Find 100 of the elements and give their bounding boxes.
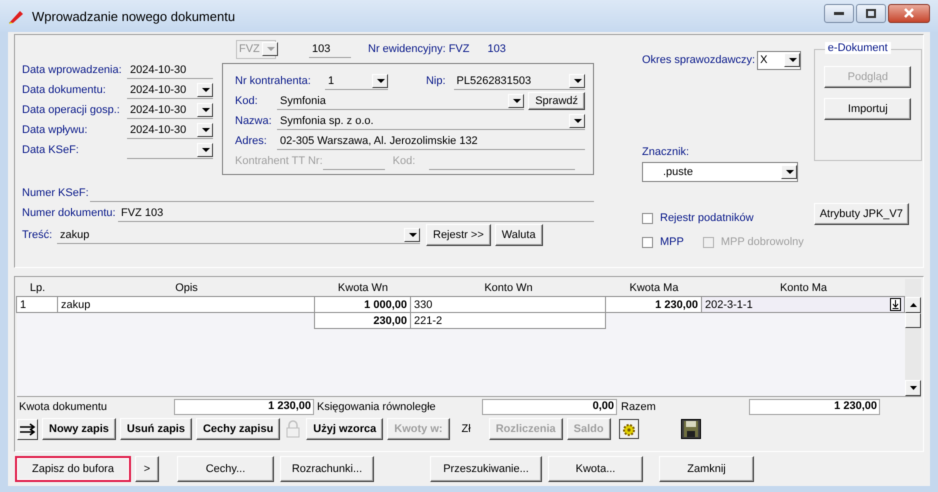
table-cell: zakup [57, 296, 315, 313]
currency-label: Zł [462, 423, 471, 435]
checkbox[interactable] [642, 236, 653, 248]
dropdown-button[interactable] [781, 165, 797, 179]
field-label: Okres sprawozdawczy: [642, 54, 756, 66]
button[interactable]: Nowy zapis [42, 418, 116, 440]
field-label: Nazwa: [235, 115, 273, 127]
register-number: 103 [487, 43, 506, 55]
date-field[interactable]: 2024-10-30 [127, 62, 213, 78]
pencil-icon [8, 8, 26, 24]
minimize-button[interactable] [824, 4, 854, 22]
field-label: Treść: [22, 229, 54, 241]
contractor-number-field[interactable]: 1 [325, 72, 388, 90]
total-label: Księgowania równoległe [317, 400, 437, 412]
document-number-field[interactable]: FVZ 103 [118, 204, 594, 222]
column-header: Konto Wn [483, 282, 534, 294]
table-cell[interactable]: 202-3-1-1 [701, 296, 905, 313]
table-cell: 1 000,00 [314, 296, 411, 313]
dropdown-button[interactable] [197, 142, 213, 156]
footer-button[interactable]: Rozrachunki... [280, 456, 374, 482]
table-cell: 1 230,00 [605, 296, 702, 313]
currency-button[interactable]: Waluta [494, 224, 543, 246]
total-value: 1 230,00 [749, 398, 880, 414]
close-button[interactable] [888, 4, 930, 22]
maximize-icon [866, 8, 876, 18]
content-field[interactable]: zakup [57, 226, 420, 244]
field-label: Data KSeF: [22, 144, 80, 156]
import-button[interactable]: Importuj [824, 98, 912, 120]
period-dropdown[interactable]: X [757, 50, 802, 70]
total-value: 0,00 [482, 398, 617, 414]
column-header: Lp. [28, 282, 46, 294]
date-field[interactable]: 2024-10-30 [127, 122, 213, 138]
dropdown-button[interactable] [404, 228, 420, 242]
footer-button[interactable]: Zamknij [659, 456, 754, 482]
field-label: Nip: [426, 75, 446, 87]
register-label: Nr ewidencyjny: FVZ [368, 43, 470, 55]
dropdown-button[interactable] [569, 114, 585, 128]
group-title: e-Dokument [824, 42, 891, 54]
marker-dropdown[interactable]: .puste [642, 162, 798, 182]
checkbox-label: MPP [660, 236, 684, 248]
dropdown-button[interactable] [197, 102, 213, 116]
checkbox[interactable] [642, 212, 653, 224]
field-label: Kod: [235, 95, 259, 107]
table-cell: 230,00 [314, 312, 411, 329]
total-label: Kwota dokumentu [19, 400, 108, 412]
number-field[interactable]: 103 [309, 40, 351, 58]
dropdown-button[interactable] [372, 74, 388, 88]
column-header: Opis [174, 282, 199, 294]
dropdown-button[interactable] [784, 53, 800, 67]
lookup-icon[interactable] [890, 298, 901, 311]
table-cell: 1 [16, 296, 58, 313]
dropdown-button[interactable] [197, 82, 213, 96]
minimize-icon [834, 11, 844, 15]
field-label: Znacznik: [642, 146, 690, 158]
date-field[interactable]: 2024-10-30 [127, 102, 213, 118]
field-label: Kod: [392, 155, 416, 167]
name-field[interactable]: Symfonia sp. z o.o. [277, 112, 585, 130]
date-field[interactable] [127, 142, 213, 158]
table-cell: 221-2 [410, 312, 606, 329]
table-cell: 330 [410, 296, 606, 313]
column-header: Konto Ma [778, 282, 828, 294]
gear-icon[interactable] [618, 419, 639, 439]
field-label: Kontrahent TT Nr: [235, 155, 323, 167]
dropdown-button[interactable] [508, 94, 524, 108]
footer-button[interactable]: Przeszukiwanie... [430, 456, 542, 482]
columns-toggle-button[interactable] [17, 418, 38, 440]
scrollbar[interactable] [905, 279, 921, 396]
close-icon [903, 8, 915, 18]
address-field[interactable]: 02-305 Warszawa, Al. Jerozolimskie 132 [277, 132, 585, 150]
field-label: Nr kontrahenta: [235, 75, 312, 87]
arrow-up-icon [910, 303, 916, 307]
field-label: Adres: [235, 135, 268, 147]
footer-button[interactable]: Zapisz do bufora [15, 456, 131, 482]
button[interactable]: Cechy zapisu [196, 418, 280, 440]
field-label: Data operacji gosp.: [22, 104, 121, 116]
total-value: 1 230,00 [174, 398, 314, 414]
maximize-button[interactable] [856, 4, 886, 22]
column-header: Kwota Ma [628, 282, 680, 294]
field-label: Data dokumentu: [22, 84, 107, 96]
date-field[interactable]: 2024-10-30 [127, 82, 213, 98]
field-label: Data wpływu: [22, 124, 88, 136]
field-label: Numer dokumentu: [22, 207, 117, 219]
checkbox-label: Rejestr podatników [660, 212, 754, 224]
scrollbar-thumb[interactable] [905, 313, 921, 328]
code-field[interactable]: Symfonia [277, 92, 524, 110]
dropdown-button[interactable] [569, 74, 585, 88]
nip-field[interactable]: PL5262831503 [454, 72, 585, 90]
window-title: Wprowadzanie nowego dokumentu [32, 8, 236, 24]
jpk-attributes-button[interactable]: Atrybuty JPK_V7 [814, 203, 909, 225]
footer-button[interactable]: > [135, 456, 159, 482]
footer-button[interactable]: Cechy... [177, 456, 274, 482]
check-button[interactable]: Sprawdź [528, 92, 585, 110]
footer-button[interactable]: Kwota... [548, 456, 643, 482]
register-button[interactable]: Rejestr >> [426, 224, 491, 246]
field-label: Data wprowadzenia: [22, 64, 123, 76]
button[interactable]: Użyj wzorca [306, 418, 384, 440]
save-icon[interactable] [680, 419, 701, 439]
checkbox-label: MPP dobrowolny [720, 236, 804, 248]
button[interactable]: Usuń zapis [120, 418, 192, 440]
dropdown-button[interactable] [197, 122, 213, 136]
